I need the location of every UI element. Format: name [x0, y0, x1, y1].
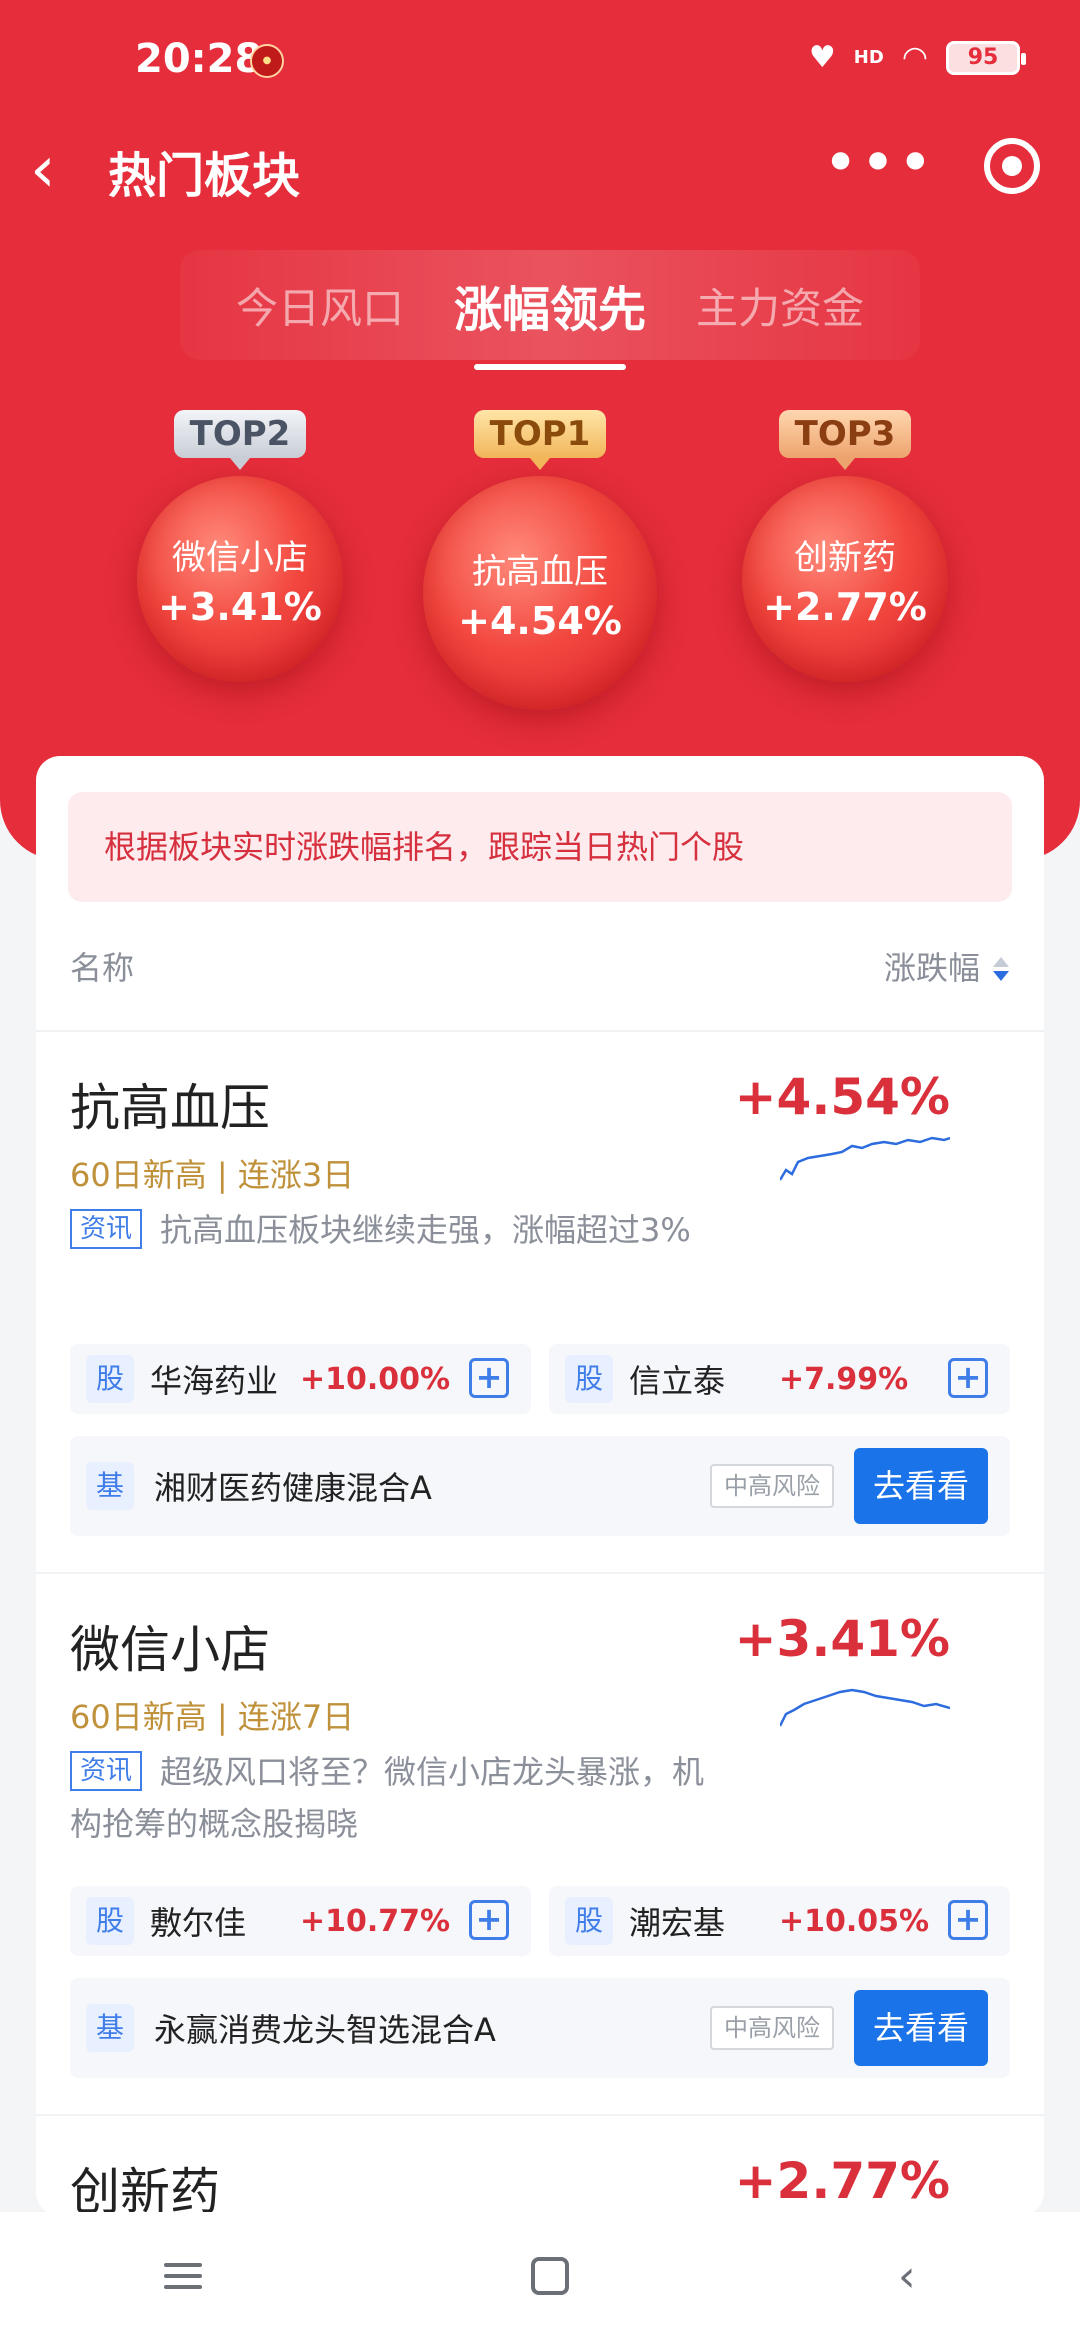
top3-change: +2.77%	[763, 584, 927, 629]
news-text: 超级风口将至？微信小店龙头暴涨，机构抢筹的概念股揭晓	[70, 1753, 705, 1843]
home-icon[interactable]	[531, 2257, 570, 2295]
tab-today-trend[interactable]: 今日风口	[236, 275, 404, 336]
top1-badge: TOP1	[473, 410, 607, 470]
top1-change: +4.54%	[458, 598, 622, 643]
stock-tag-icon: 股	[86, 1897, 134, 1945]
view-fund-button[interactable]: 去看看	[854, 1990, 988, 2066]
risk-badge: 中高风险	[710, 1464, 834, 1508]
stock-name: 华海药业	[150, 1362, 279, 1400]
sector-item[interactable]: 微信小店 60日新高 | 连涨7日 +3.41% 资讯 超级风口将至？微信小店龙头…	[36, 1572, 1044, 2114]
sector-sparkline	[780, 1688, 950, 1727]
sector-change: +2.77%	[734, 2152, 950, 2210]
fund-tag-icon: 基	[86, 2004, 134, 2052]
top1-bubble[interactable]: TOP1 抗高血压 +4.54%	[420, 410, 660, 710]
stock-item[interactable]: 股 潮宏基 +10.05% +	[549, 1886, 1010, 1956]
add-watchlist-icon[interactable]: +	[469, 1358, 509, 1398]
sector-news[interactable]: 资讯 超级风口将至？微信小店龙头暴涨，机构抢筹的概念股揭晓	[70, 1746, 710, 1850]
stock-name: 敷尔佳	[150, 1904, 247, 1942]
fund-row[interactable]: 基 湘财医药健康混合A 中高风险 去看看	[70, 1436, 1010, 1536]
top2-name: 微信小店	[172, 537, 308, 578]
stock-name: 信立泰	[629, 1362, 726, 1400]
signal-icon: HD	[853, 47, 884, 68]
stock-tag-icon: 股	[86, 1355, 134, 1403]
status-time: 20:28	[135, 36, 263, 82]
add-watchlist-icon[interactable]: +	[948, 1358, 988, 1398]
view-fund-button[interactable]: 去看看	[854, 1448, 988, 1524]
top3-circle: 创新药 +2.77%	[742, 476, 948, 682]
fund-row[interactable]: 基 永赢消费龙头智选混合A 中高风险 去看看	[70, 1978, 1010, 2078]
change-column-header[interactable]: 涨跌幅	[884, 943, 1010, 989]
top1-circle: 抗高血压 +4.54%	[423, 476, 657, 710]
sector-name[interactable]: 创新药	[70, 2152, 220, 2216]
risk-badge: 中高风险	[710, 2006, 834, 2050]
stock-row: 股 华海药业 +10.00% + 股 信立泰 +7.99% +	[70, 1344, 1010, 1414]
top3-bubble[interactable]: TOP3 创新药 +2.77%	[735, 410, 955, 682]
back-icon[interactable]: ‹	[30, 130, 56, 210]
news-text: 抗高血压板块继续走强，涨幅超过3%	[160, 1211, 691, 1249]
fund-name: 永赢消费龙头智选混合A	[154, 2011, 496, 2049]
sector-list-card: 根据板块实时涨跌幅排名，跟踪当日热门个股 名称 涨跌幅 抗高血压 60日新高 |…	[36, 756, 1044, 2216]
name-column-header: 名称	[70, 949, 135, 987]
stock-change: +10.00%	[300, 1361, 451, 1397]
more-icon[interactable]: •••	[823, 128, 935, 198]
sector-name[interactable]: 抗高血压	[70, 1068, 270, 1140]
tab-top-gainers[interactable]: 涨幅领先	[454, 270, 646, 370]
list-header: 名称 涨跌幅	[36, 902, 1044, 1032]
sector-item[interactable]: 创新药 +2.77%	[36, 2114, 1044, 2216]
stock-item[interactable]: 股 敷尔佳 +10.77% +	[70, 1886, 531, 1956]
change-column-label: 涨跌幅	[883, 949, 980, 987]
sector-tags: 60日新高 | 连涨7日	[70, 1698, 355, 1736]
page-title: 热门板块	[108, 148, 301, 204]
stock-change: +10.77%	[300, 1903, 451, 1939]
status-icons: ♥ HD ◠ 95	[808, 40, 1026, 75]
top2-change: +3.41%	[158, 584, 322, 629]
add-watchlist-icon[interactable]: +	[948, 1900, 988, 1940]
fund-tag-icon: 基	[86, 1462, 134, 1510]
stock-row: 股 敷尔佳 +10.77% + 股 潮宏基 +10.05% +	[70, 1886, 1010, 1956]
stock-item[interactable]: 股 华海药业 +10.00% +	[70, 1344, 531, 1414]
system-back-icon[interactable]: ‹	[898, 2251, 916, 2302]
top2-bubble[interactable]: TOP2 微信小店 +3.41%	[130, 410, 350, 682]
recent-apps-icon[interactable]	[164, 2256, 203, 2296]
fund-name: 湘财医药健康混合A	[154, 1469, 432, 1507]
nav-bar: ‹ 热门板块 •••	[0, 120, 1080, 220]
app-notification-icon: ●	[250, 44, 284, 78]
stock-change: +7.99%	[779, 1361, 909, 1397]
news-tag: 资讯	[70, 1209, 143, 1249]
info-notice: 根据板块实时涨跌幅排名，跟踪当日热门个股	[68, 792, 1012, 902]
top2-circle: 微信小店 +3.41%	[137, 476, 343, 682]
sort-icon[interactable]	[992, 955, 1010, 985]
top2-badge: TOP2	[173, 410, 307, 470]
sector-news[interactable]: 资讯 抗高血压板块继续走强，涨幅超过3%	[70, 1204, 710, 1256]
add-watchlist-icon[interactable]: +	[469, 1900, 509, 1940]
wifi-icon: ◠	[901, 40, 928, 75]
top3-name: 创新药	[794, 537, 896, 578]
sector-change: +3.41%	[734, 1610, 950, 1668]
sector-item[interactable]: 抗高血压 60日新高 | 连涨3日 +4.54% 资讯 抗高血压板块继续走强，涨幅…	[36, 1032, 1044, 1572]
close-miniapp-icon[interactable]	[984, 138, 1040, 194]
stock-item[interactable]: 股 信立泰 +7.99% +	[549, 1344, 1010, 1414]
stock-tag-icon: 股	[565, 1897, 613, 1945]
stock-change: +10.05%	[779, 1903, 930, 1939]
tab-bar: 今日风口 涨幅领先 主力资金	[180, 250, 920, 370]
stock-name: 潮宏基	[629, 1904, 726, 1942]
stock-tag-icon: 股	[565, 1355, 613, 1403]
tab-main-capital[interactable]: 主力资金	[696, 275, 864, 336]
top3-badge: TOP3	[778, 410, 912, 470]
battery-icon: 95	[946, 40, 1026, 75]
news-tag: 资讯	[70, 1751, 143, 1791]
system-nav-bar: ‹	[0, 2212, 1080, 2340]
sector-change: +4.54%	[734, 1068, 950, 1126]
sector-tags: 60日新高 | 连涨3日	[70, 1156, 355, 1194]
alarm-icon: ♥	[808, 40, 836, 75]
status-bar: 20:28 ● ♥ HD ◠ 95	[0, 0, 1080, 120]
sector-sparkline	[780, 1136, 950, 1181]
sector-name[interactable]: 微信小店	[70, 1610, 270, 1682]
top1-name: 抗高血压	[472, 551, 608, 592]
